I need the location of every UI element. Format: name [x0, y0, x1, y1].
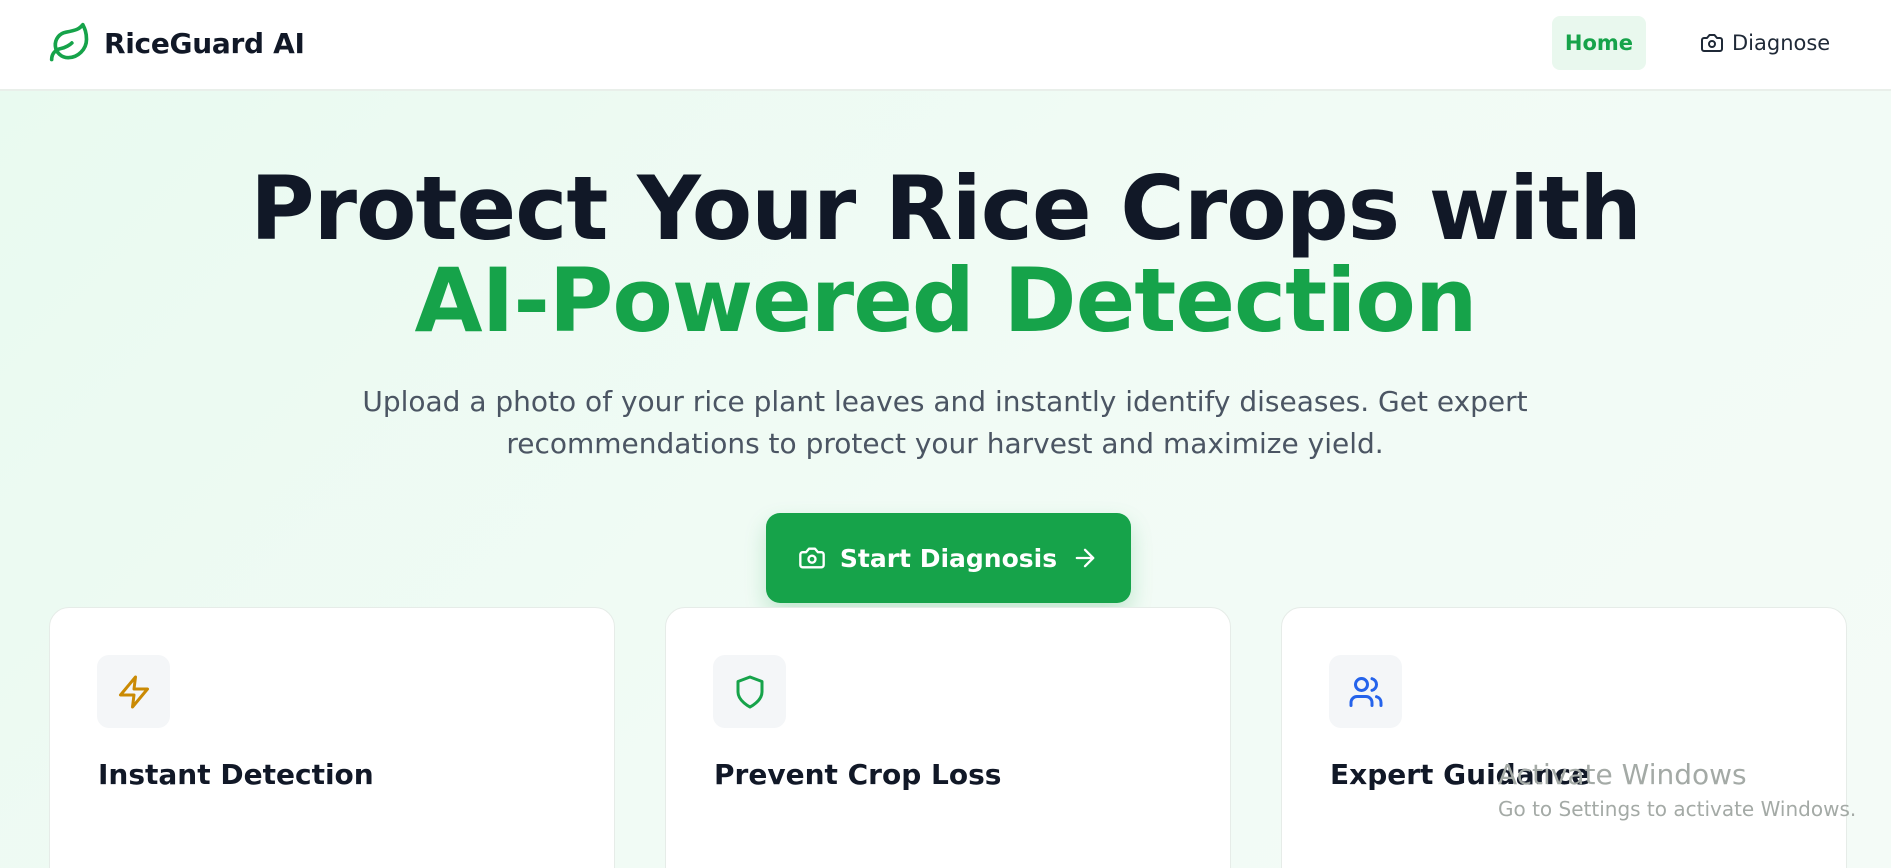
hero-subtitle-line2: recommendations to protect your harvest … — [506, 427, 1384, 460]
brand-name: RiceGuard AI — [104, 26, 305, 60]
start-diagnosis-label: Start Diagnosis — [839, 543, 1058, 573]
nav-home-link[interactable]: Home — [1552, 16, 1646, 70]
camera-icon — [799, 547, 825, 569]
camera-icon — [1701, 34, 1723, 52]
feature-icon-box — [713, 655, 786, 728]
feature-title: Instant Detection — [98, 758, 374, 791]
nav-diagnose-link[interactable]: Diagnose — [1700, 16, 1850, 70]
hero-title-accent: AI-Powered Detection — [414, 249, 1478, 352]
watermark-title: Activate Windows — [1498, 758, 1747, 791]
arrow-right-icon — [1075, 548, 1095, 568]
brand-logo-link[interactable]: RiceGuard AI — [48, 20, 305, 66]
feature-card-expert-guidance: Expert Guidance — [1281, 607, 1847, 868]
feature-title: Prevent Crop Loss — [714, 758, 1002, 791]
feature-icon-box — [97, 655, 170, 728]
hero-title: Protect Your Rice Crops with — [250, 157, 1642, 260]
feature-card-instant-detection: Instant Detection — [49, 607, 615, 868]
users-icon — [1349, 676, 1382, 707]
lightning-icon — [118, 675, 149, 708]
watermark-subtitle: Go to Settings to activate Windows. — [1498, 797, 1857, 821]
leaf-icon — [49, 22, 89, 62]
navbar: RiceGuard AI Home Diagnose — [0, 0, 1891, 91]
page: RiceGuard AI Home Diagnose Protect Your … — [0, 0, 1891, 868]
hero-subtitle-line1: Upload a photo of your rice plant leaves… — [362, 385, 1528, 418]
hero-subtitle: Upload a photo of your rice plant leaves… — [345, 381, 1545, 465]
shield-icon — [736, 675, 763, 708]
nav-diagnose-label: Diagnose — [1732, 31, 1831, 55]
activate-windows-watermark: Activate Windows Go to Settings to activ… — [1498, 758, 1856, 821]
start-diagnosis-button[interactable]: Start Diagnosis — [766, 513, 1131, 603]
feature-card-prevent-crop-loss: Prevent Crop Loss — [665, 607, 1231, 868]
feature-icon-box — [1329, 655, 1402, 728]
